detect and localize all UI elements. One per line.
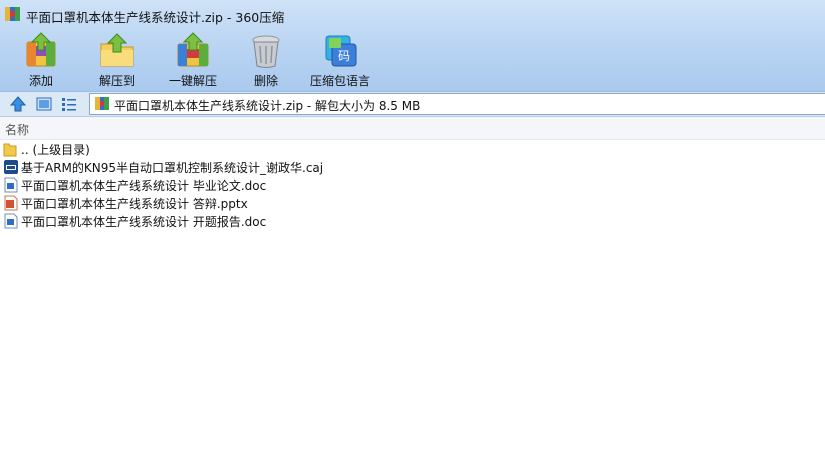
list-item[interactable]: 平面口罩机本体生产线系统设计 开题报告.doc <box>0 212 825 230</box>
folder-icon <box>3 143 17 157</box>
delete-button[interactable]: 删除 <box>228 30 304 88</box>
file-name: 平面口罩机本体生产线系统设计 答辩.pptx <box>21 197 248 211</box>
extract-to-icon <box>100 33 134 67</box>
address-text: 平面口罩机本体生产线系统设计.zip - 解包大小为 8.5 MB <box>114 99 421 113</box>
file-name: 平面口罩机本体生产线系统设计 毕业论文.doc <box>21 179 267 193</box>
thumbnail-view-icon[interactable] <box>35 95 53 113</box>
pptx-file-icon <box>4 195 18 211</box>
add-button[interactable]: 添加 <box>3 30 79 88</box>
add-archive-icon <box>26 32 56 67</box>
address-row: 平面口罩机本体生产线系统设计.zip - 解包大小为 8.5 MB <box>0 91 825 117</box>
list-view-icon[interactable] <box>60 95 78 113</box>
one-click-extract-button-label: 一键解压 <box>168 74 217 88</box>
extract-to-button[interactable]: 解压到 <box>79 30 155 88</box>
archive-file-icon <box>95 97 109 110</box>
doc-file-icon <box>4 213 18 229</box>
toolbar: 添加 解压到 一键解压 删除 码 压缩包语言 <box>0 28 825 90</box>
archive-language-icon: 码 <box>325 35 357 67</box>
extract-to-button-label: 解压到 <box>98 74 135 88</box>
app-window: 平面口罩机本体生产线系统设计.zip - 360压缩 添加 解压到 一键解压 删… <box>0 0 825 471</box>
list-item[interactable]: 基于ARM的KN95半自动口罩机控制系统设计_谢政华.caj <box>0 158 825 176</box>
title-bar: 平面口罩机本体生产线系统设计.zip - 360压缩 <box>0 0 825 28</box>
one-click-extract-button[interactable]: 一键解压 <box>155 30 231 88</box>
column-header: 名称 <box>0 117 825 140</box>
window-chrome: 平面口罩机本体生产线系统设计.zip - 360压缩 添加 解压到 一键解压 删… <box>0 0 825 91</box>
address-bar[interactable]: 平面口罩机本体生产线系统设计.zip - 解包大小为 8.5 MB <box>89 93 825 115</box>
window-title: 平面口罩机本体生产线系统设计.zip - 360压缩 <box>26 10 285 25</box>
add-button-label: 添加 <box>28 74 53 88</box>
archive-language-button-label: 压缩包语言 <box>309 74 370 88</box>
delete-button-label: 删除 <box>253 74 278 88</box>
caj-file-icon <box>4 160 18 174</box>
list-item[interactable]: 平面口罩机本体生产线系统设计 答辩.pptx <box>0 194 825 212</box>
doc-file-icon <box>4 177 18 193</box>
archive-app-icon <box>5 7 20 21</box>
file-name: 基于ARM的KN95半自动口罩机控制系统设计_谢政华.caj <box>21 161 324 175</box>
one-click-extract-icon <box>177 32 209 67</box>
svg-text:码: 码 <box>338 49 350 63</box>
file-name: 平面口罩机本体生产线系统设计 开题报告.doc <box>21 215 267 229</box>
list-item-parent-folder[interactable]: .. (上级目录) <box>0 140 825 158</box>
file-name: .. (上级目录) <box>21 143 90 157</box>
trash-icon <box>252 35 280 68</box>
archive-language-button[interactable]: 码 压缩包语言 <box>302 30 378 88</box>
up-arrow-icon[interactable] <box>9 95 27 113</box>
list-item[interactable]: 平面口罩机本体生产线系统设计 毕业论文.doc <box>0 176 825 194</box>
column-name-header[interactable]: 名称 <box>5 121 29 138</box>
